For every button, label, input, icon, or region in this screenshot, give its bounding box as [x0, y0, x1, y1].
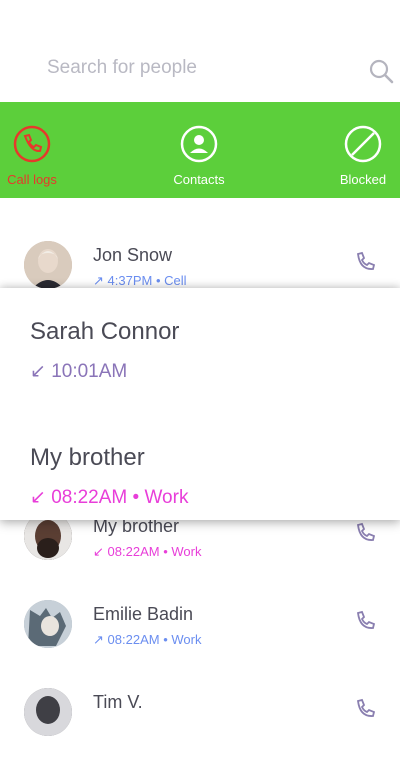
- list-item[interactable]: Tim V.: [0, 688, 400, 768]
- call-time: 4:37PM: [107, 273, 153, 288]
- contact-name: Emilie Badin: [93, 604, 194, 624]
- contact-name: My brother: [30, 444, 145, 471]
- tab-call-logs-label: Call logs: [7, 172, 57, 187]
- tab-call-logs[interactable]: Call logs: [0, 102, 64, 198]
- outgoing-arrow-icon: ↗: [93, 632, 104, 647]
- call-meta: ↗ 4:37PM • Cell: [93, 273, 187, 289]
- incoming-arrow-icon: ↙: [30, 361, 46, 382]
- missed-arrow-icon: ↙: [30, 487, 46, 508]
- avatar: [24, 600, 72, 648]
- call-time: 08:22AM: [51, 487, 128, 508]
- tab-blocked[interactable]: Blocked: [330, 102, 396, 198]
- separator: •: [163, 544, 168, 559]
- list-item[interactable]: My brother ↙ 08:22AM • Work: [0, 512, 400, 592]
- popup-item[interactable]: Sarah Connor ↙ 10:01AM: [30, 318, 179, 383]
- call-type: Cell: [164, 273, 187, 288]
- tab-contacts-label: Contacts: [173, 172, 225, 187]
- recent-calls-popup: Sarah Connor ↙ 10:01AM My brother ↙ 08:2…: [0, 288, 400, 520]
- contact-name: Jon Snow: [93, 245, 173, 265]
- contact-icon: [180, 125, 218, 163]
- call-meta: ↙ 10:01AM: [30, 360, 179, 383]
- phone-call-icon[interactable]: [354, 522, 376, 544]
- contact-name: Sarah Connor: [30, 318, 180, 345]
- phone-icon: [13, 125, 51, 163]
- separator: •: [132, 487, 140, 508]
- missed-arrow-icon: ↙: [93, 544, 104, 559]
- phone-call-icon[interactable]: [354, 610, 376, 632]
- call-meta: ↗ 08:22AM • Work: [93, 632, 202, 648]
- outgoing-arrow-icon: ↗: [93, 273, 104, 288]
- avatar: [24, 241, 72, 289]
- search-icon[interactable]: [368, 58, 394, 84]
- list-item[interactable]: Emilie Badin ↗ 08:22AM • Work: [0, 600, 400, 680]
- call-time: 08:22AM: [107, 632, 160, 647]
- call-type: Work: [144, 487, 189, 508]
- avatar: [24, 688, 72, 736]
- call-type: Work: [171, 632, 202, 647]
- search-input[interactable]: Search for people: [47, 57, 197, 79]
- call-time: 10:01AM: [51, 361, 128, 382]
- call-meta: ↙ 08:22AM • Work: [30, 486, 188, 509]
- tab-bar: Call logs Contacts Blocked: [0, 102, 400, 198]
- search-bar[interactable]: Search for people: [0, 0, 400, 102]
- call-type: Work: [171, 544, 202, 559]
- tab-contacts[interactable]: Contacts: [160, 102, 238, 198]
- tab-blocked-label: Blocked: [339, 172, 387, 187]
- separator: •: [155, 273, 161, 288]
- separator: •: [163, 632, 168, 647]
- blocked-icon: [344, 125, 382, 163]
- phone-call-icon[interactable]: [354, 251, 376, 273]
- call-meta: ↙ 08:22AM • Work: [93, 544, 202, 560]
- phone-call-icon[interactable]: [354, 698, 376, 720]
- call-time: 08:22AM: [107, 544, 160, 559]
- popup-item[interactable]: My brother ↙ 08:22AM • Work: [30, 444, 188, 509]
